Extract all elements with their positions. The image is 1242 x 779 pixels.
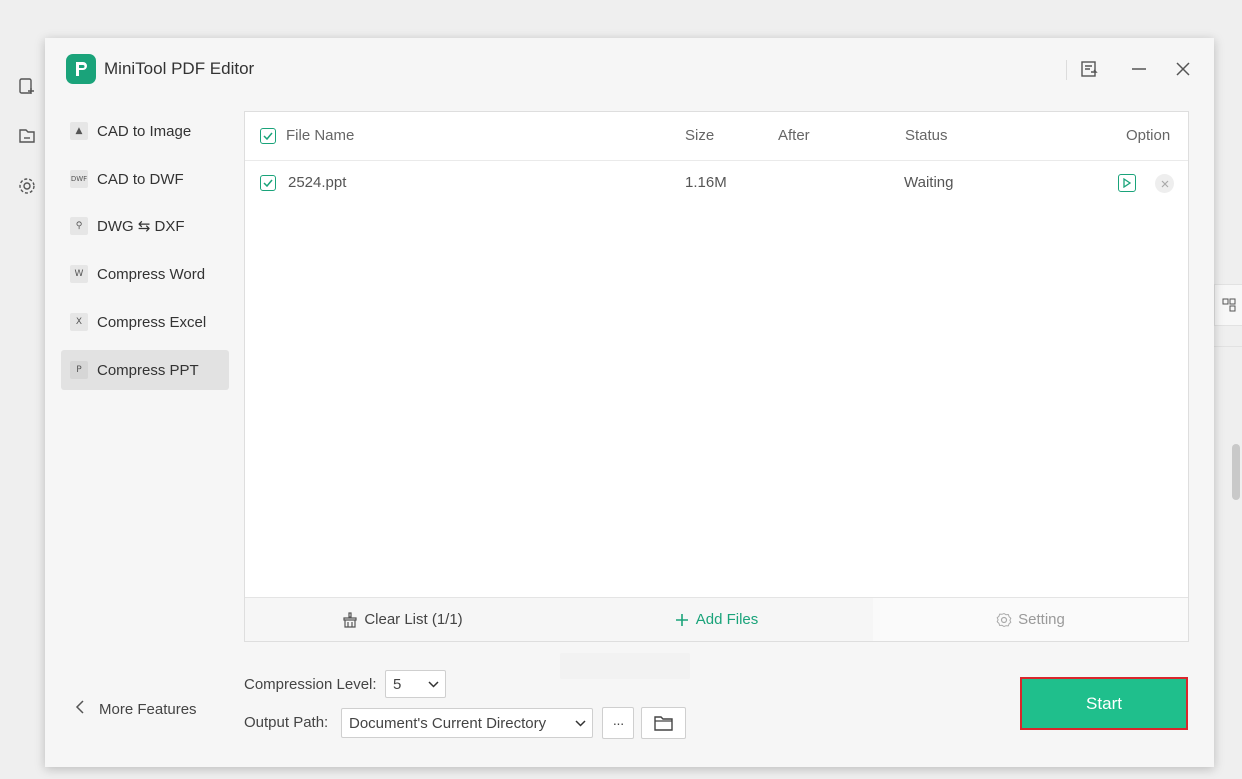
output-path-label: Output Path: [244, 714, 329, 731]
panel-toggle-icon[interactable] [1214, 284, 1242, 326]
row-checkbox[interactable] [260, 175, 276, 191]
chevron-down-icon [428, 680, 439, 688]
compression-level-label: Compression Level: [244, 676, 377, 693]
app-title: MiniTool PDF Editor [104, 59, 255, 78]
background-divider [1214, 346, 1242, 347]
clear-list-button[interactable]: Clear List (1/1) [245, 598, 560, 641]
compression-level-select[interactable]: 5 [385, 670, 446, 698]
more-dots-icon: ··· [612, 715, 625, 731]
sidebar-item-label: Compress PPT [97, 361, 199, 379]
folder-icon [653, 715, 674, 732]
sidebar-item-label: CAD to Image [97, 122, 192, 140]
setting-label: Setting [1018, 611, 1065, 628]
table-header: File Name Size After Status Option [245, 112, 1188, 161]
add-page-icon[interactable] [16, 75, 38, 97]
pdf-editor-dialog: MiniTool PDF Editor ▲ CAD to Image DWF C… [45, 38, 1214, 767]
chevron-left-icon [75, 700, 85, 719]
column-status: Status [905, 127, 948, 144]
dwf-icon: DWF [70, 170, 88, 188]
column-file-name: File Name [286, 127, 355, 144]
feedback-icon[interactable] [1076, 56, 1102, 82]
close-icon[interactable] [1170, 56, 1196, 82]
chevron-down-icon [575, 719, 586, 727]
column-after: After [778, 127, 810, 144]
sidebar-item-cad-to-dwf[interactable]: DWF CAD to DWF [61, 159, 229, 199]
output-path-value: Document's Current Directory [349, 714, 547, 732]
compress-word-icon: W [70, 265, 88, 283]
sidebar-item-compress-ppt[interactable]: P Compress PPT [61, 350, 229, 390]
compress-excel-icon: X [70, 313, 88, 331]
background-toolbar [0, 0, 46, 779]
start-label: Start [1086, 693, 1122, 713]
table-row: 2524.ppt 1.16M Waiting [245, 160, 1188, 206]
dwg-dxf-icon: ⚲ [70, 217, 88, 235]
sidebar-item-dwg-dxf[interactable]: ⚲ DWG ⇆ DXF [61, 206, 229, 246]
plus-icon [675, 613, 689, 627]
clear-list-icon [342, 611, 358, 628]
output-path-select[interactable]: Document's Current Directory [341, 708, 593, 738]
panel-footer: Clear List (1/1) Add Files Setting [245, 597, 1188, 641]
start-button[interactable]: Start [1020, 677, 1188, 730]
title-bar: MiniTool PDF Editor [45, 38, 1214, 100]
sidebar-item-compress-excel[interactable]: X Compress Excel [61, 302, 229, 342]
file-status-cell: Waiting [904, 174, 954, 191]
title-separator [1066, 60, 1067, 80]
sidebar-item-label: DWG ⇆ DXF [97, 218, 185, 235]
compression-level-value: 5 [393, 675, 402, 693]
minimize-icon[interactable] [1126, 56, 1152, 82]
add-files-button[interactable]: Add Files [560, 598, 873, 641]
column-size: Size [685, 127, 715, 144]
image-icon: ▲ [70, 122, 88, 140]
sidebar-item-label: CAD to DWF [97, 170, 184, 188]
sidebar-item-label: Compress Excel [97, 313, 207, 331]
more-features-button[interactable]: More Features [75, 700, 197, 719]
sidebar-item-label: Compress Word [97, 265, 206, 283]
file-size-cell: 1.16M [685, 174, 727, 191]
open-folder-button[interactable] [641, 707, 686, 739]
file-icon[interactable] [16, 125, 38, 147]
app-logo-icon [66, 54, 96, 84]
faded-tooltip [560, 653, 690, 679]
more-features-label: More Features [99, 701, 197, 718]
setting-gear-icon [996, 612, 1012, 628]
file-list-panel: File Name Size After Status Option 2524.… [244, 111, 1189, 642]
sidebar-item-compress-word[interactable]: W Compress Word [61, 254, 229, 294]
select-all-checkbox[interactable] [260, 128, 276, 144]
column-option: Option [1126, 127, 1171, 144]
browse-more-button[interactable]: ··· [602, 707, 634, 739]
background-scrollbar[interactable] [1232, 444, 1240, 500]
remove-file-icon[interactable] [1155, 174, 1174, 193]
compress-ppt-icon: P [70, 361, 88, 379]
sidebar-item-cad-to-image[interactable]: ▲ CAD to Image [61, 111, 229, 151]
clear-list-label: Clear List (1/1) [364, 611, 463, 628]
file-name-cell: 2524.ppt [288, 174, 347, 191]
setting-button[interactable]: Setting [873, 598, 1188, 641]
settings-gear-icon[interactable] [16, 175, 38, 197]
add-files-label: Add Files [695, 611, 759, 628]
play-icon[interactable] [1118, 174, 1136, 192]
